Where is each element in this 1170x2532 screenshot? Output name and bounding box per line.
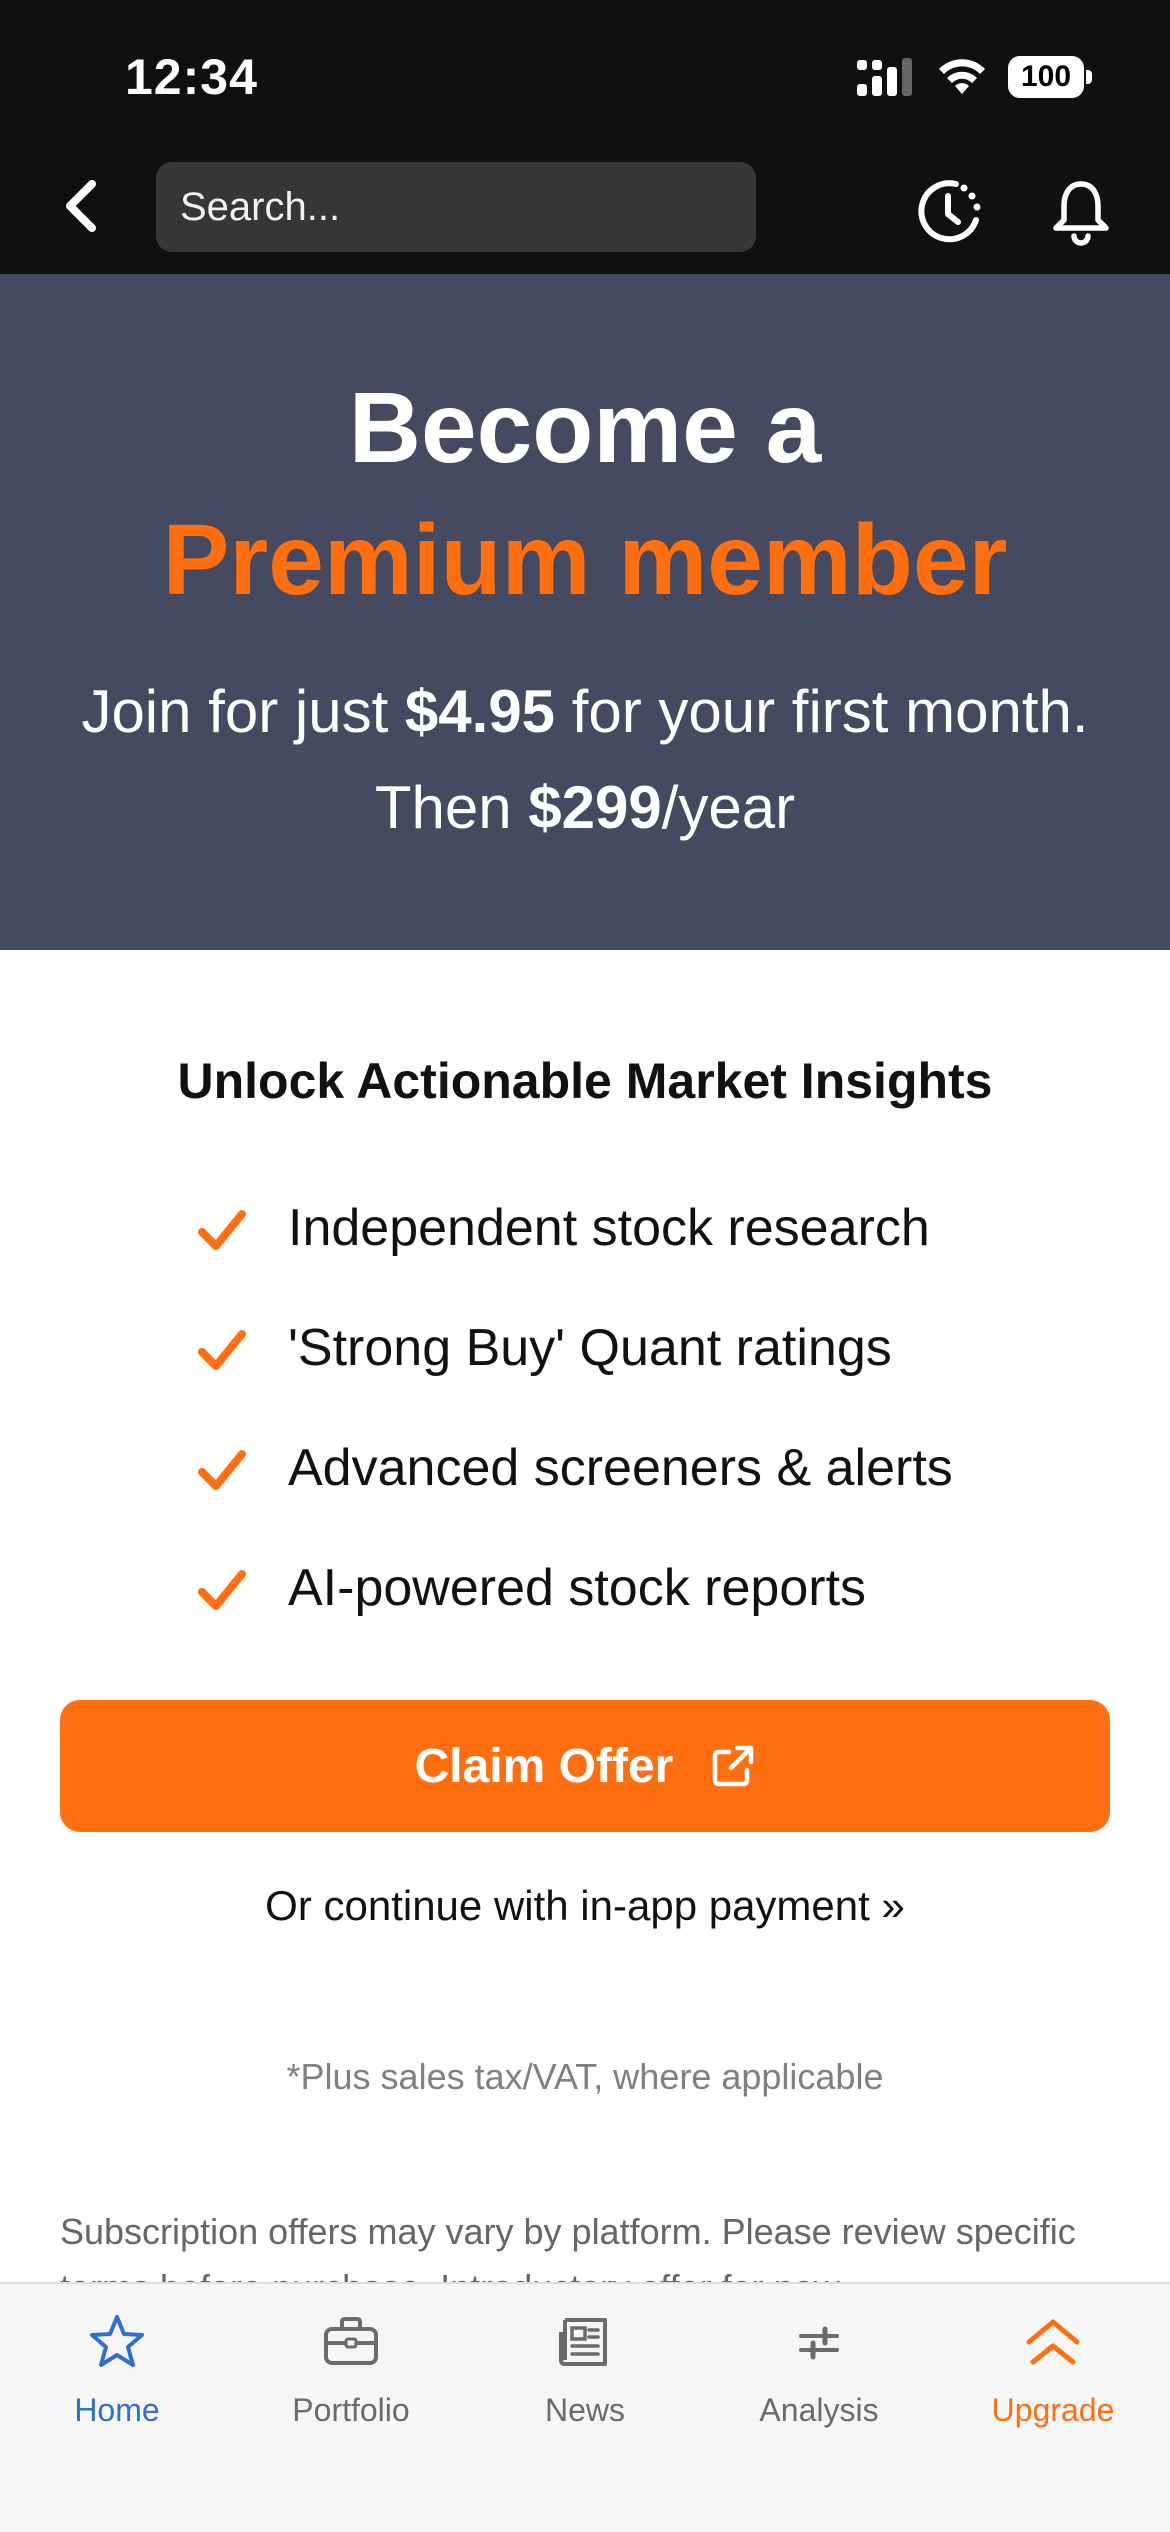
battery-cap (1086, 70, 1092, 84)
external-link-icon (713, 1745, 754, 1787)
status-time: 12:34 (125, 49, 258, 105)
cellular-signal-icon (857, 58, 912, 96)
tab-news[interactable]: News (468, 2284, 702, 2464)
tab-label: Upgrade (991, 2392, 1115, 2428)
feature-item: Advanced screeners & alerts (196, 1412, 1096, 1532)
checkmark-icon (198, 1450, 246, 1490)
feature-item: AI-powered stock reports (196, 1532, 1096, 1652)
tab-analysis[interactable]: Analysis (702, 2284, 936, 2464)
newspaper-icon (559, 2318, 607, 2366)
feature-item: 'Strong Buy' Quant ratings (196, 1292, 1096, 1412)
tab-portfolio[interactable]: Portfolio (234, 2284, 468, 2464)
hero-title: Become a (348, 372, 822, 484)
checkmark-icon (198, 1570, 246, 1610)
tab-label: Analysis (759, 2392, 879, 2428)
chevron-left-icon (66, 180, 96, 232)
premium-hero: Become a Premium member Join for just $4… (0, 274, 1170, 950)
pricing-prefix: Join for just (81, 678, 405, 745)
sliders-icon (799, 2326, 839, 2360)
tax-note: *Plus sales tax/VAT, where applicable (286, 2056, 884, 2097)
claim-offer-label: Claim Offer (414, 1739, 674, 1793)
checkmark-icon (198, 1210, 246, 1250)
annual-price: $299 (528, 774, 662, 841)
back-button[interactable] (50, 174, 110, 238)
claim-offer-button[interactable]: Claim Offer (60, 1700, 1110, 1832)
top-navigation (0, 150, 1170, 274)
search-input[interactable] (180, 162, 740, 252)
insights-title: Unlock Actionable Market Insights (177, 1053, 993, 1109)
feature-label: Independent stock research (288, 1199, 930, 1257)
checkmark-icon (198, 1330, 246, 1370)
tab-home[interactable]: Home (0, 2284, 234, 2464)
battery-indicator: 100 (1008, 56, 1092, 98)
wifi-icon (939, 59, 985, 94)
feature-label: AI-powered stock reports (288, 1559, 867, 1617)
battery-level: 100 (1008, 56, 1084, 98)
in-app-payment-link[interactable]: Or continue with in-app payment » (0, 1882, 1170, 1930)
tab-label: News (544, 2392, 625, 2428)
double-chevron-up-icon (1026, 2319, 1080, 2365)
search-box[interactable] (156, 162, 756, 252)
pricing-suffix: /year (661, 774, 796, 841)
intro-price: $4.95 (404, 678, 556, 745)
feature-item: Independent stock research (196, 1172, 1096, 1292)
notifications-button[interactable] (1050, 176, 1112, 248)
tab-label: Portfolio (292, 2392, 410, 2428)
briefcase-icon (324, 2317, 378, 2365)
hero-pricing-text: Join for just $4.95 for your first month… (60, 664, 1110, 856)
hero-title-highlight: Premium member (162, 504, 1008, 616)
bottom-tab-bar: Home Portfolio News Analysis Upgrade (0, 2282, 1170, 2532)
feature-label: 'Strong Buy' Quant ratings (288, 1319, 892, 1377)
feature-label: Advanced screeners & alerts (288, 1439, 953, 1497)
tab-upgrade[interactable]: Upgrade (936, 2284, 1170, 2464)
status-bar: 12:34 100 (0, 0, 1170, 150)
star-icon (90, 2315, 144, 2367)
feature-list: Independent stock research 'Strong Buy' … (196, 1172, 1096, 1652)
market-hours-button[interactable] (912, 176, 984, 248)
bell-icon (1053, 181, 1109, 246)
tab-label: Home (74, 2392, 160, 2428)
market-clock-icon (918, 180, 981, 243)
